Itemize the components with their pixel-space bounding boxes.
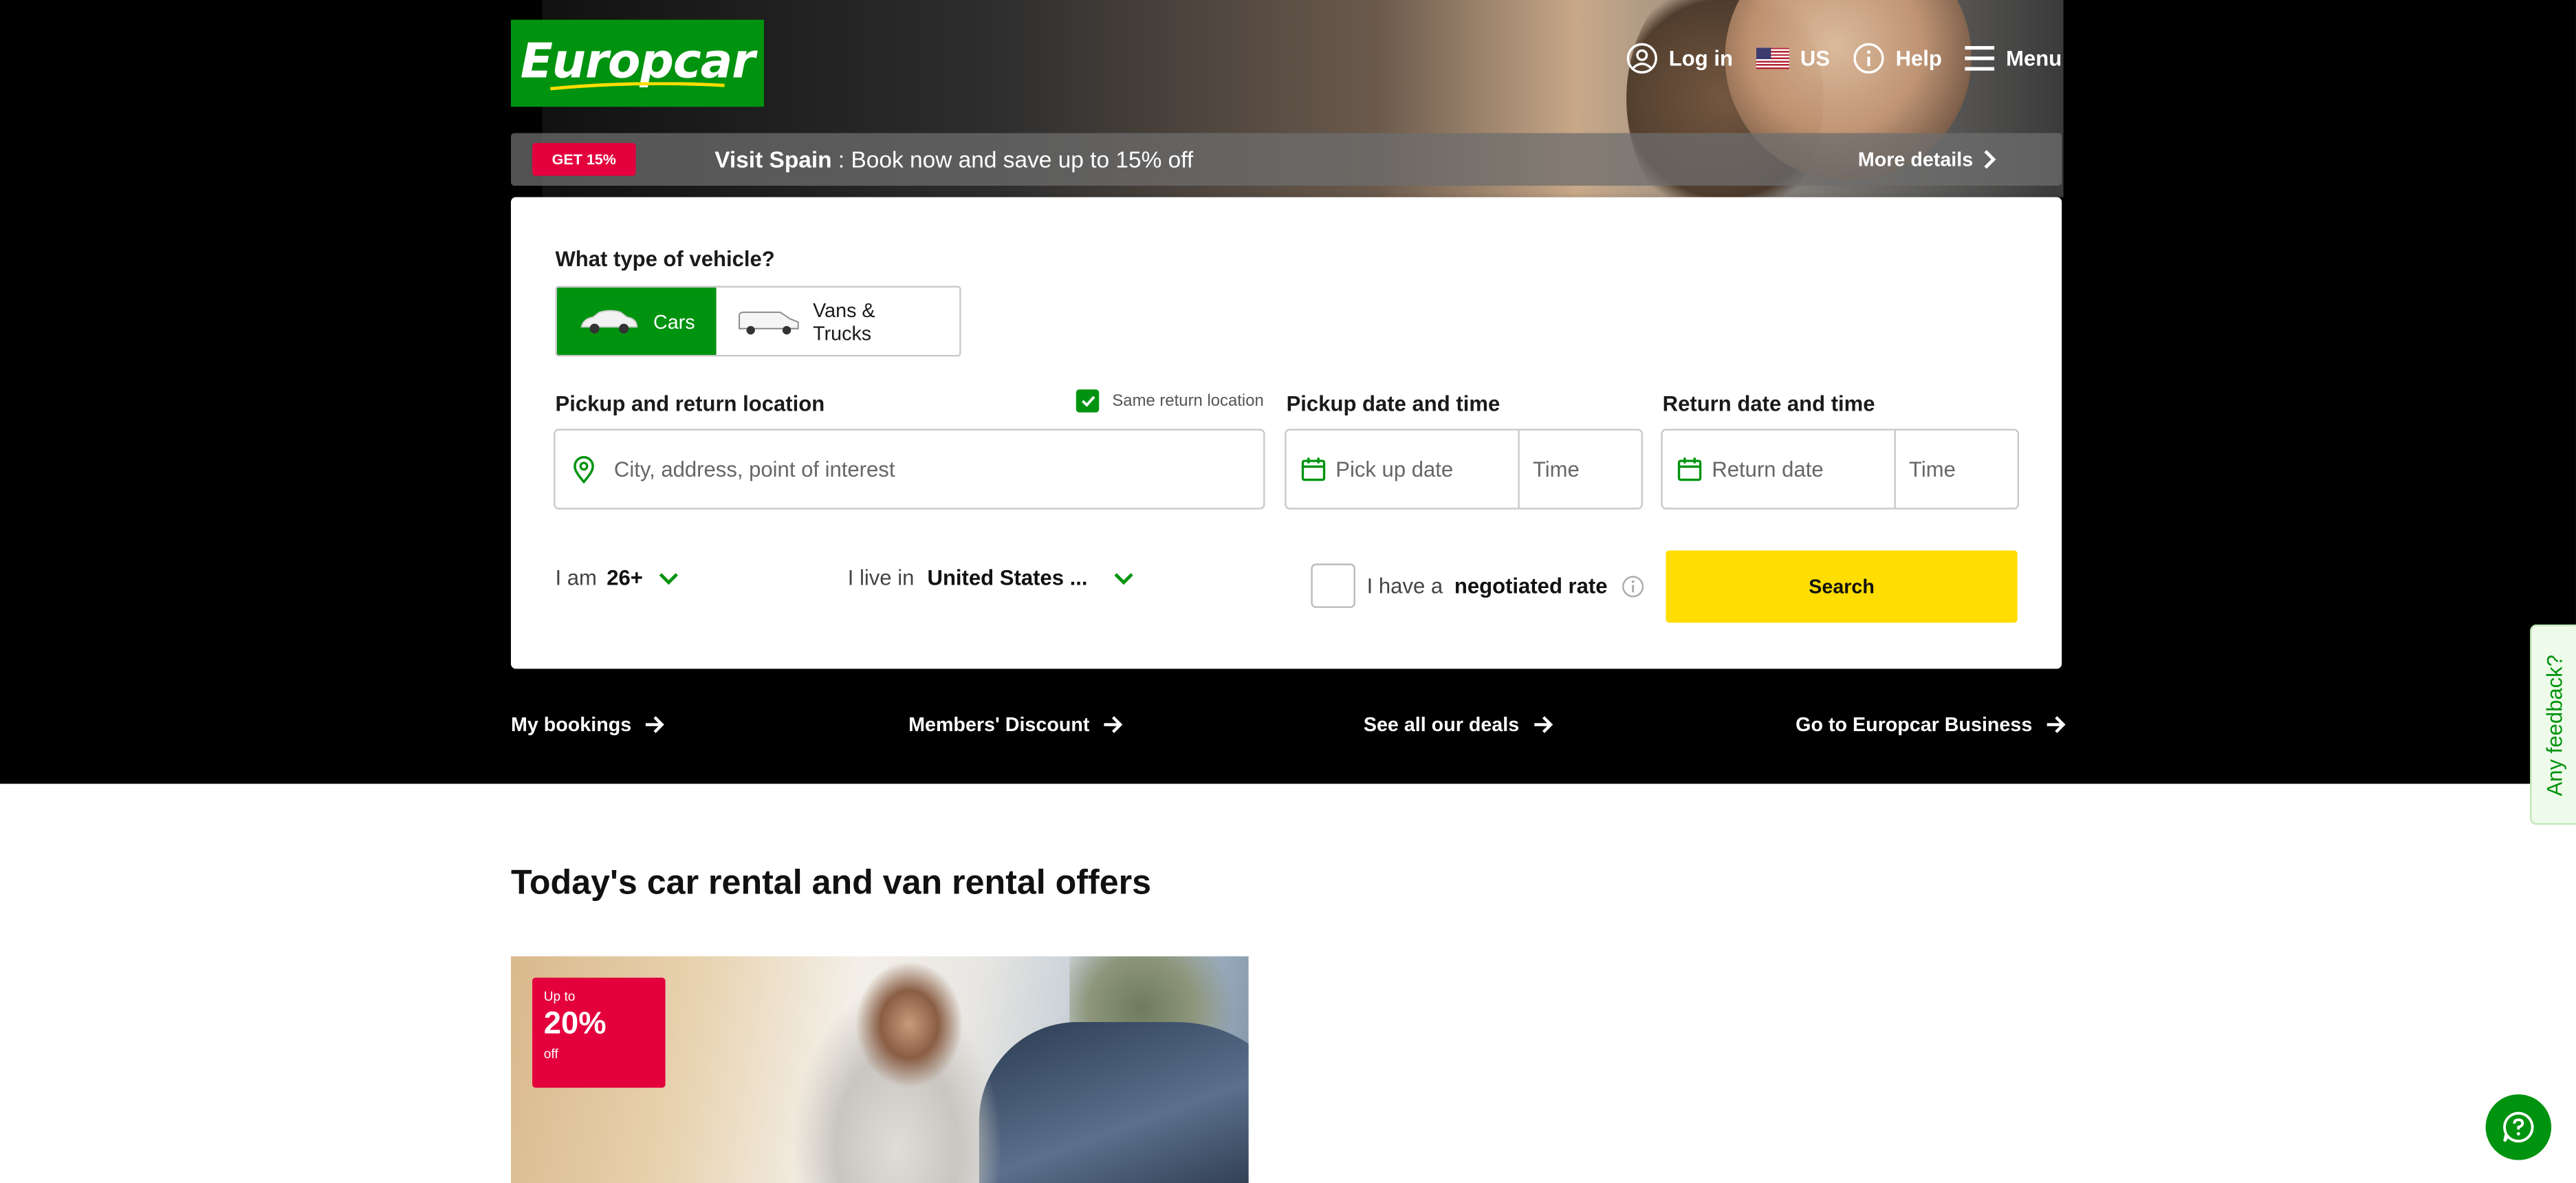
country-selector[interactable]: US <box>1756 46 1830 71</box>
pickup-label: Pickup date and time <box>1286 391 1500 416</box>
more-details-link[interactable]: More details <box>1858 148 1996 171</box>
negotiated-prefix: I have a <box>1366 573 1443 598</box>
vehicle-option-label: Vans & Trucks <box>813 298 875 345</box>
hamburger-icon <box>1965 45 1995 71</box>
hero-banner: Europcar Log in US Help Menu GET 15% Vis… <box>0 0 2576 784</box>
chevron-down-icon <box>659 572 679 585</box>
quicklink-see-all-deals[interactable]: See all our deals <box>1364 713 1553 736</box>
info-icon <box>1853 43 1884 74</box>
pickup-time-placeholder: Time <box>1532 457 1580 481</box>
feedback-label: Any feedback? <box>2542 653 2567 796</box>
checkbox-checked-icon <box>1076 389 1100 413</box>
pickup-datetime-field: Pick up date Time <box>1285 428 1643 510</box>
same-return-label: Same return location <box>1112 391 1264 411</box>
promo-text: Visit Spain : Book now and save up to 15… <box>714 146 1193 173</box>
checkbox-empty[interactable] <box>1311 563 1355 608</box>
map-pin-icon <box>574 455 594 484</box>
age-value: 26+ <box>607 565 643 590</box>
chevron-right-icon <box>1984 150 1996 169</box>
pickup-time-input[interactable]: Time <box>1520 431 1580 508</box>
return-date-placeholder: Return date <box>1712 457 1824 481</box>
login-link[interactable]: Log in <box>1626 43 1733 74</box>
negotiated-rate-checkbox[interactable]: I have a negotiated rate <box>1311 563 1645 608</box>
chevron-down-icon <box>1114 572 1133 585</box>
pickup-date-input[interactable]: Pick up date <box>1287 431 1518 508</box>
vehicle-option-cars[interactable]: Cars <box>556 287 717 356</box>
arrow-right-icon <box>1104 716 1123 733</box>
arrow-right-icon <box>1533 716 1553 733</box>
badge-line3: off <box>543 1046 558 1062</box>
search-button[interactable]: Search <box>1666 550 2018 623</box>
offers-heading: Today's car rental and van rental offers <box>510 864 1152 902</box>
age-prefix: I am <box>555 565 597 590</box>
negotiated-label: negotiated rate <box>1454 573 1608 598</box>
feedback-tab[interactable]: Any feedback? <box>2530 624 2576 825</box>
same-return-checkbox[interactable]: Same return location <box>1076 389 1264 413</box>
quicklink-label: Members' Discount <box>908 713 1090 737</box>
location-label: Pickup and return location <box>555 391 825 416</box>
return-label: Return date and time <box>1662 391 1875 416</box>
return-time-input[interactable]: Time <box>1896 431 1956 508</box>
info-icon[interactable] <box>1622 574 1645 597</box>
quicklink-europcar-business[interactable]: Go to Europcar Business <box>1795 713 2066 736</box>
car-icon <box>580 309 638 333</box>
quicklink-members-discount[interactable]: Members' Discount <box>908 713 1124 736</box>
badge-percent: 20% <box>543 1007 607 1042</box>
booking-form: What type of vehicle? Cars Vans & Trucks <box>510 197 2062 669</box>
offer-card[interactable]: Up to 20% off <box>510 956 1249 1183</box>
location-field[interactable] <box>554 428 1265 510</box>
age-selector[interactable]: I am 26+ <box>555 565 679 590</box>
user-icon <box>1626 43 1657 74</box>
europcar-logo[interactable]: Europcar <box>510 19 764 107</box>
return-date-input[interactable]: Return date <box>1663 431 1895 508</box>
residence-value: United States ... <box>927 565 1088 590</box>
login-label: Log in <box>1668 45 1733 71</box>
help-chat-icon <box>2503 1111 2534 1143</box>
quicklink-my-bookings[interactable]: My bookings <box>511 713 666 736</box>
promo-description: : Book now and save up to 15% off <box>831 146 1194 173</box>
return-time-placeholder: Time <box>1909 457 1956 481</box>
vehicle-option-vans-trucks[interactable]: Vans & Trucks <box>717 287 960 355</box>
more-details-label: More details <box>1857 148 1974 171</box>
residence-prefix: I live in <box>847 565 915 590</box>
vehicle-type-label: What type of vehicle? <box>555 246 775 272</box>
promo-banner: GET 15% Visit Spain : Book now and save … <box>510 133 2062 186</box>
quicklink-label: See all our deals <box>1363 713 1520 737</box>
help-link[interactable]: Help <box>1853 43 1942 74</box>
quicklink-label: My bookings <box>510 713 632 737</box>
quicklink-label: Go to Europcar Business <box>1795 713 2033 737</box>
arrow-right-icon <box>2046 716 2066 733</box>
calendar-icon <box>1301 457 1326 481</box>
promo-title: Visit Spain <box>714 146 832 173</box>
return-datetime-field: Return date Time <box>1661 428 2020 510</box>
top-navigation: Log in US Help Menu <box>1626 43 2062 74</box>
offer-discount-badge: Up to 20% off <box>532 977 666 1088</box>
logo-swoosh-icon <box>550 82 725 91</box>
arrow-right-icon <box>646 716 665 733</box>
chat-help-button[interactable] <box>2485 1094 2552 1160</box>
logo-text: Europcar <box>520 32 756 89</box>
van-icon <box>739 310 799 334</box>
us-flag-icon <box>1756 47 1789 69</box>
menu-label: Menu <box>2006 45 2062 71</box>
promo-badge: GET 15% <box>532 142 636 176</box>
residence-selector[interactable]: I live in United States ... <box>848 565 1134 590</box>
calendar-icon <box>1677 457 1702 481</box>
vehicle-type-toggle: Cars Vans & Trucks <box>555 285 961 357</box>
pickup-date-placeholder: Pick up date <box>1335 457 1454 481</box>
help-label: Help <box>1895 45 1942 71</box>
badge-line1: Up to <box>543 989 576 1004</box>
vehicle-option-label: Cars <box>653 310 695 333</box>
menu-button[interactable]: Menu <box>1965 45 2062 71</box>
country-label: US <box>1800 45 1831 71</box>
location-input[interactable] <box>611 455 1264 484</box>
